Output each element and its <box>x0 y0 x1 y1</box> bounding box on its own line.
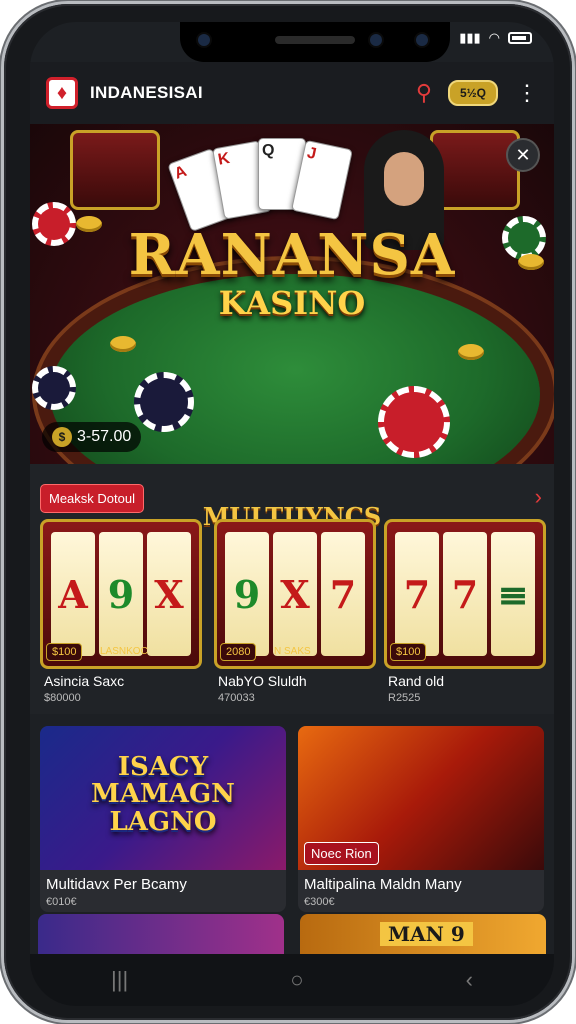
camera-icon <box>198 34 210 46</box>
games-grid: ISACY MAMAGN LAGNO Multidavx Per Bcamy €… <box>30 714 554 914</box>
coin-icon <box>458 344 484 360</box>
slot-tag: LASNKOC <box>100 646 148 657</box>
games-row-peek: MAN 9 <box>30 914 554 954</box>
game-card[interactable]: ISACY MAMAGN LAGNO Multidavx Per Bcamy €… <box>40 726 286 912</box>
close-icon[interactable]: ✕ <box>506 138 540 172</box>
app-bar: ♦ INDANESISAI ⚲ 5½Q ⋮ <box>30 62 554 124</box>
coin-icon <box>76 216 102 232</box>
chip-icon <box>502 216 546 260</box>
hero-title: RANANSA <box>128 222 456 288</box>
status-bar: ▮▮▮ ◠ <box>459 30 532 46</box>
chip-icon <box>378 386 450 458</box>
bet-badge: 2080 <box>220 643 257 661</box>
game-thumbnail-title: MAN 9 <box>380 922 473 946</box>
signal-icon: ▮▮▮ <box>459 30 481 45</box>
coin-icon <box>110 336 136 352</box>
coin-icon: $ <box>52 427 72 447</box>
bet-badge: $100 <box>390 643 427 661</box>
more-menu-icon[interactable]: ⋮ <box>516 82 538 104</box>
game-tag: Noec Rion <box>304 842 379 865</box>
game-thumbnail: Noec Rion <box>298 726 544 870</box>
bet-badge: $100 <box>46 643 83 661</box>
chevron-right-icon[interactable]: › <box>535 484 542 510</box>
reel: 7 <box>395 532 439 656</box>
reel: 7 <box>443 532 487 656</box>
reel: X <box>273 532 317 656</box>
game-card[interactable]: Noec Rion Maltipalina Maldn Many €300€ <box>298 726 544 912</box>
slot-name: Rand old <box>388 673 445 689</box>
balance-value: 3-57.00 <box>77 428 132 445</box>
game-name: Multidavx Per Bcamy <box>46 876 187 893</box>
game-amount: €300€ <box>304 896 335 908</box>
slot-amount: $80000 <box>44 692 81 704</box>
game-thumbnail: ISACY MAMAGN LAGNO <box>40 726 286 870</box>
balance-pill[interactable]: $ 3-57.00 <box>42 422 142 452</box>
slot-amount: 470033 <box>218 692 255 704</box>
reel: 9 <box>99 532 143 656</box>
reel: X <box>147 532 191 656</box>
game-amount: €010€ <box>46 896 77 908</box>
game-card[interactable]: MAN 9 <box>300 914 546 954</box>
system-nav-bar: ||| ○ ‹ <box>30 954 554 1006</box>
chip-icon <box>134 372 194 432</box>
back-icon[interactable]: ‹ <box>466 967 473 993</box>
hero-banner[interactable]: A K Q J RANANSA KASINO ✕ $ 3-57.00 <box>30 124 554 464</box>
slot-machine-illustration <box>70 130 160 210</box>
reel: 9 <box>225 532 269 656</box>
coins-badge[interactable]: 5½Q <box>447 80 498 106</box>
screen: ▮▮▮ ◠ ♦ INDANESISAI ⚲ 5½Q ⋮ A K Q J RANA… <box>30 22 554 1006</box>
reel: 7 <box>321 532 365 656</box>
wifi-icon: ◠ <box>488 30 500 45</box>
coin-icon <box>518 254 544 270</box>
game-thumbnail-title: ISACY MAMAGN LAGNO <box>91 752 235 837</box>
slot-card[interactable]: A 9 X $100 LASNKOC Asincia Saxc $80000 <box>40 519 202 709</box>
slot-card[interactable]: 9 X 7 2080 N SAKS NabYO Sluldh 470033 <box>214 519 376 709</box>
recents-icon[interactable]: ||| <box>111 967 128 993</box>
hero-subtitle: KASINO <box>218 284 366 322</box>
app-title: INDANESISAI <box>90 83 203 102</box>
slot-card[interactable]: 7 7 ≡ $100 Rand old R2525 <box>384 519 546 709</box>
search-icon[interactable]: ⚲ <box>416 80 432 106</box>
slot-amount: R2525 <box>388 692 421 704</box>
chip-icon <box>32 366 76 410</box>
phone-frame: ▮▮▮ ◠ ♦ INDANESISAI ⚲ 5½Q ⋮ A K Q J RANA… <box>4 4 572 1020</box>
game-name: Maltipalina Maldn Many <box>304 876 462 893</box>
home-icon[interactable]: ○ <box>290 967 303 993</box>
chip-icon <box>32 202 76 246</box>
sensor-icon <box>370 34 382 46</box>
notch <box>180 22 450 62</box>
reel: A <box>51 532 95 656</box>
reel: ≡ <box>491 532 535 656</box>
featured-section: Meaksk Dotoul MULTIJYNCS › A 9 X $100 LA… <box>30 464 554 714</box>
app-logo-icon[interactable]: ♦ <box>46 77 78 109</box>
slot-tag: N SAKS <box>274 646 311 657</box>
camera-icon <box>416 34 428 46</box>
slot-name: Asincia Saxc <box>44 673 125 689</box>
speaker-grille <box>275 36 355 44</box>
slot-name: NabYO Sluldh <box>218 673 307 689</box>
battery-icon <box>508 32 532 44</box>
game-card[interactable] <box>38 914 284 954</box>
